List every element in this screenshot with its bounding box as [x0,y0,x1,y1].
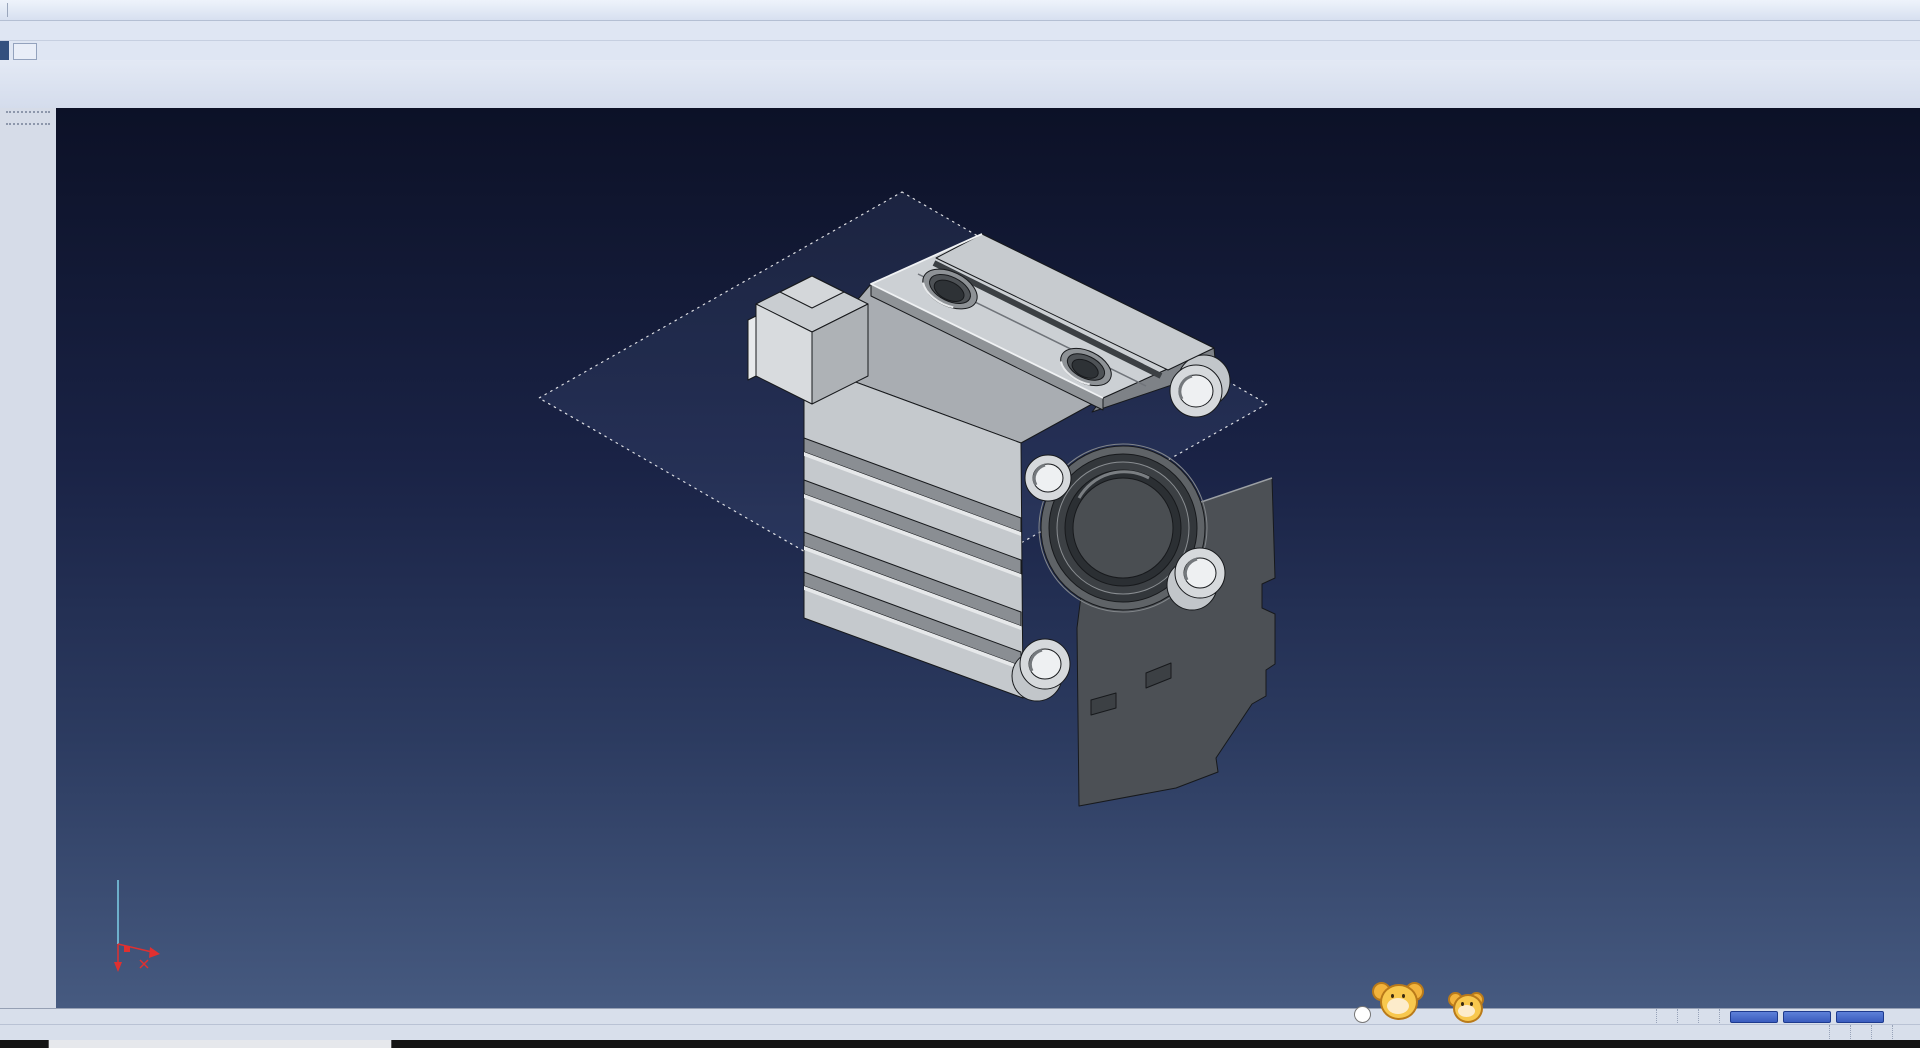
progress-bar-2 [1783,1011,1831,1023]
search-icon [1627,1010,1644,1025]
view-search[interactable] [1615,1009,1656,1025]
viewport-3d-scene [56,108,1920,1008]
title-bar [0,0,1920,21]
progress-bars [1719,1009,1920,1025]
lock-toggle[interactable] [1809,1025,1829,1041]
left-tool-dock [0,108,57,1008]
qat-separator [7,3,8,17]
visi-application-window: { "window": { "title": "VISI 2018 R2 fro… [0,0,1920,1048]
layer-indicator[interactable] [1698,1009,1719,1025]
units-indicator[interactable] [1871,1025,1892,1041]
taskbar-app-button[interactable] [48,1040,392,1048]
view-mode-indicator[interactable] [1677,1009,1698,1025]
status-bar-bottom [0,1024,1920,1041]
globe-icon[interactable] [1891,1010,1908,1025]
3d-viewport[interactable] [56,108,1920,1008]
dock-grip-handle[interactable] [6,111,50,125]
progress-bar-1 [1730,1011,1778,1023]
windows-taskbar[interactable] [0,1040,1920,1048]
status-bar-top [0,1008,1920,1025]
axis-triad [114,880,160,972]
current-view-indicator[interactable] [1656,1009,1677,1025]
status-icon-group [1829,1025,1850,1041]
menu-bar [0,21,1920,41]
progress-bar-3 [1836,1011,1884,1023]
3d-model-cylinder-block[interactable] [748,234,1275,806]
coordinate-readout [1892,1025,1920,1041]
tab-corner-block [0,41,9,60]
tab-dropdown-button[interactable] [13,43,37,60]
ribbon-tab-row [0,41,1920,60]
scale-indicator[interactable] [1850,1025,1871,1041]
ribbon-toolbar [0,60,1920,110]
